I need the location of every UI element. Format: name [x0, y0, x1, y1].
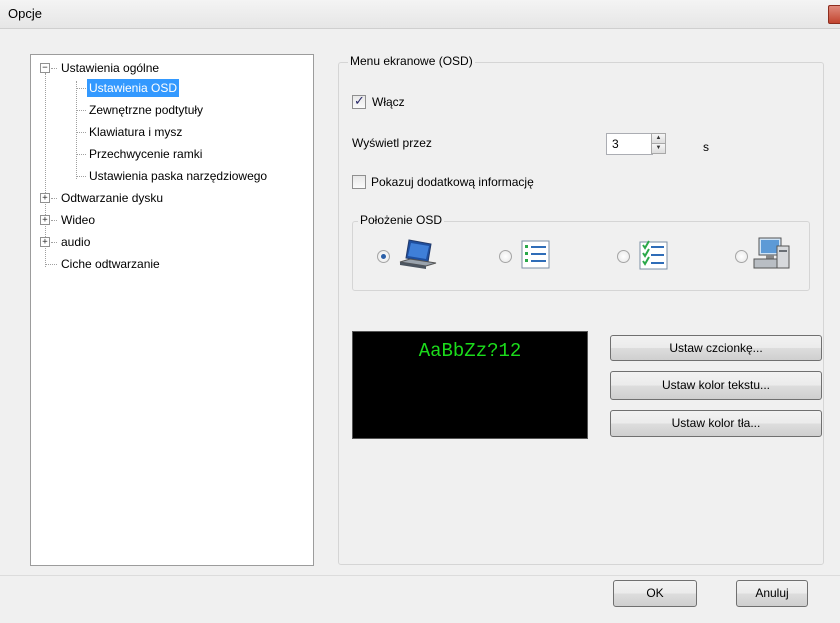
footer-separator	[0, 575, 840, 576]
enable-osd-label[interactable]: Włącz	[372, 95, 405, 109]
collapse-icon[interactable]: −	[40, 63, 50, 73]
window-title: Opcje	[8, 6, 42, 21]
expand-icon[interactable]: +	[40, 193, 50, 203]
tree-line	[76, 154, 86, 155]
list-icon	[521, 240, 550, 269]
osd-group-title: Menu ekranowe (OSD)	[348, 54, 475, 68]
tree-line	[51, 68, 57, 69]
tree-line	[76, 88, 86, 89]
font-preview: AaBbZz?12	[352, 331, 588, 439]
position-radio-2[interactable]	[499, 250, 512, 263]
expand-icon[interactable]: +	[40, 215, 50, 225]
tree-item-keyboard-mouse[interactable]: Klawiatura i mysz	[31, 123, 311, 141]
tree-item-frame-capture[interactable]: Przechwycenie ramki	[31, 145, 311, 163]
radio-selected-dot	[381, 254, 386, 259]
tree-item-disc-playback[interactable]: + Odtwarzanie dysku	[31, 189, 311, 207]
duration-unit: s	[703, 140, 709, 154]
ok-button[interactable]: OK	[613, 580, 697, 607]
position-radio-1[interactable]	[377, 250, 390, 263]
duration-spinner[interactable]: ▲ ▼	[651, 133, 666, 154]
tree-item-label: Klawiatura i mysz	[89, 125, 183, 139]
set-bg-color-button[interactable]: Ustaw kolor tła...	[610, 410, 822, 437]
enable-osd-checkbox[interactable]: ✓	[352, 93, 366, 109]
tree-item-label: Ustawienia paska narzędziowego	[89, 169, 268, 183]
spin-down-icon[interactable]: ▼	[651, 143, 666, 154]
tree-line	[76, 110, 86, 111]
tree-item-osd[interactable]: Ustawienia OSD	[31, 79, 311, 97]
title-bar: Opcje	[0, 0, 840, 29]
laptop-icon	[399, 239, 437, 269]
tree-item-label: Ustawienia ogólne	[61, 61, 160, 75]
tree-item-silent-playback[interactable]: Ciche odtwarzanie	[31, 255, 311, 273]
tree-line	[45, 264, 57, 265]
checkmark-icon: ✓	[354, 93, 365, 108]
position-radio-4[interactable]	[735, 250, 748, 263]
expand-icon[interactable]: +	[40, 237, 50, 247]
tree-item-label: Ustawienia OSD	[87, 79, 180, 97]
duration-input[interactable]: 3	[606, 133, 653, 155]
tree-line	[51, 198, 57, 199]
set-font-button[interactable]: Ustaw czcionkę...	[610, 335, 822, 361]
tree-item-audio[interactable]: + audio	[31, 233, 311, 251]
checklist-icon	[639, 240, 668, 270]
tree-item-toolbar[interactable]: Ustawienia paska narzędziowego	[31, 167, 311, 185]
position-radio-3[interactable]	[617, 250, 630, 263]
tree-line	[76, 176, 86, 177]
cancel-button[interactable]: Anuluj	[736, 580, 808, 607]
tree-item-label: Przechwycenie ramki	[89, 147, 203, 161]
extra-info-checkbox[interactable]	[352, 175, 366, 189]
close-button[interactable]	[828, 5, 840, 24]
tree-item-subtitles[interactable]: Zewnętrzne podtytuły	[31, 101, 311, 119]
extra-info-label[interactable]: Pokazuj dodatkową informację	[371, 175, 534, 189]
tree-item-label: Odtwarzanie dysku	[61, 191, 164, 205]
tree-item-label: Ciche odtwarzanie	[61, 257, 160, 271]
tree-line	[51, 242, 57, 243]
set-text-color-button[interactable]: Ustaw kolor tekstu...	[610, 371, 822, 400]
tree-item-label: Wideo	[61, 213, 96, 227]
duration-label: Wyświetl przez	[352, 136, 432, 150]
tree-item-label: Zewnętrzne podtytuły	[89, 103, 204, 117]
tree-item-general[interactable]: − Ustawienia ogólne	[31, 59, 311, 77]
monitor-icon	[753, 237, 790, 269]
tree-line	[76, 132, 86, 133]
tree-line	[51, 220, 57, 221]
osd-position-title: Położenie OSD	[358, 213, 445, 227]
tree-item-label: audio	[61, 235, 91, 249]
tree-item-video[interactable]: + Wideo	[31, 211, 311, 229]
settings-tree[interactable]: − Ustawienia ogólne Ustawienia OSD Zewnę…	[30, 54, 314, 566]
preview-text: AaBbZz?12	[418, 340, 522, 362]
